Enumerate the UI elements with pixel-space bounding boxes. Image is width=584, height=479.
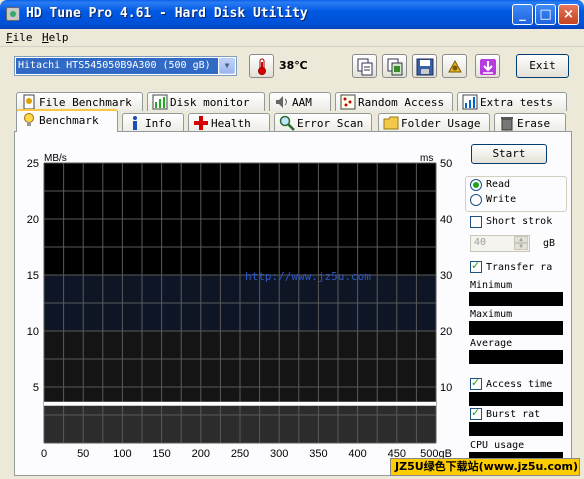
minimize-button[interactable]: _ [512,4,533,25]
minimum-label: Minimum [470,280,513,291]
y2-tick-label: 10 [440,382,452,394]
access-time-label: Access time [486,379,553,390]
y2-tick-label: 40 [440,214,452,226]
x-tick-label: 150 [152,448,170,460]
burst-rate-value-field [469,422,563,436]
x-tick-label: 200 [192,448,210,460]
short-stroke-label: Short strok [486,216,553,227]
y2-tick-label: 20 [440,326,452,338]
x-tick-label: 350 [309,448,327,460]
tab-folder-usage[interactable]: Folder Usage [378,113,490,132]
tab-extra-tests[interactable]: Extra tests [457,92,567,111]
folder-icon [383,116,399,130]
x-tick-label: 50 [77,448,89,460]
x-tick-label: 100 [113,448,131,460]
cpu-usage-label: CPU usage [470,440,525,451]
short-stroke-value: 40 [474,237,487,248]
minimum-value-field [469,292,563,306]
benchmark-icon [24,113,34,126]
trash-icon [501,117,513,131]
tab-error-scan[interactable]: Error Scan [274,113,372,132]
access-time-checkbox[interactable] [470,376,482,390]
site-watermark: JZ5U绿色下载站(www.jz5u.com) [390,458,580,476]
drive-select-value: Hitachi HTS545050B9A300 (500 gB) [16,58,218,74]
file-benchmark-icon [23,94,35,110]
magnifier-icon [279,115,295,131]
tab-random-access[interactable]: Random Access [335,92,453,111]
spin-down-icon[interactable]: ▼ [514,243,528,250]
y2-tick-label: 50 [440,158,452,170]
close-button[interactable]: × [558,4,579,25]
average-value-field [469,350,563,364]
burst-rate-checkbox[interactable] [470,406,482,420]
copy-text-button[interactable] [352,54,377,78]
y-tick-label: 10 [27,326,39,338]
y2-tick-label: 30 [440,270,452,282]
y-tick-label: 20 [27,214,39,226]
app-icon [6,7,20,21]
right-axis-unit: ms [420,153,433,164]
transfer-rate-checkbox[interactable] [470,259,482,273]
maximum-label: Maximum [470,309,513,320]
y-tick-label: 5 [33,382,39,394]
x-tick-label: 0 [41,448,47,460]
burst-rate-label: Burst rat [486,409,541,420]
write-label: Write [486,194,517,205]
maximum-value-field [469,321,563,335]
x-tick-label: 300 [270,448,288,460]
title-bar: HD Tune Pro 4.61 - Hard Disk Utility _ □… [0,0,584,29]
extra-tests-icon [462,94,478,110]
tab-benchmark[interactable]: Benchmark [16,109,118,132]
health-cross-icon [194,116,208,130]
copy-text-icon [357,58,373,76]
spin-up-icon[interactable]: ▲ [514,236,528,243]
write-radio[interactable] [470,194,482,206]
tab-aam[interactable]: AAM [269,92,331,111]
tab-disk-monitor[interactable]: Disk monitor [147,92,265,111]
window-title: HD Tune Pro 4.61 - Hard Disk Utility [26,6,308,21]
read-radio[interactable] [470,179,482,191]
temperature-button[interactable] [249,54,274,78]
short-stroke-checkbox[interactable] [470,216,482,228]
tab-health[interactable]: Health [188,113,270,132]
options-button[interactable] [442,54,467,78]
chart-watermark: http://www.jz5u.com [245,270,371,283]
copy-screenshot-button[interactable] [382,54,407,78]
y-tick-label: 15 [27,270,39,282]
chevron-down-icon[interactable]: ▼ [219,58,235,74]
speaker-icon [276,96,287,108]
start-button[interactable]: Start [471,144,547,164]
access-time-value-field [469,392,563,406]
x-tick-label: 400 [348,448,366,460]
menu-file[interactable]: File [6,31,33,44]
random-access-icon [340,94,356,110]
copy-screenshot-icon [387,58,403,76]
temperature-value: 38℃ [279,59,308,72]
exit-button[interactable]: Exit [516,54,569,78]
menu-help[interactable]: Help [42,31,69,44]
transfer-rate-label: Transfer ra [486,262,553,273]
y-tick-label: 25 [27,158,39,170]
x-tick-label: 250 [231,448,249,460]
save-button[interactable] [412,54,437,78]
maximize-button[interactable]: □ [535,4,556,25]
disk-monitor-icon [152,94,168,110]
short-stroke-spinner[interactable]: 40 ▲ ▼ [470,235,530,252]
options-icon [448,59,462,73]
menu-bar: File Help [0,29,584,47]
left-axis-unit: MB/s [44,153,67,164]
average-label: Average [470,338,513,349]
tab-info[interactable]: Info [122,113,184,132]
download-icon [480,59,496,75]
benchmark-chart: MB/s ms http://www.jz5u.com 5 10 15 20 25 10… [27,153,453,460]
tab-erase[interactable]: Erase [494,113,566,132]
download-button[interactable] [475,54,500,78]
drive-select[interactable]: Hitachi HTS545050B9A300 (500 gB) ▼ [14,56,237,76]
save-icon [416,58,434,76]
info-icon [133,116,137,130]
short-stroke-unit: gB [543,238,556,249]
read-label: Read [486,179,511,190]
thermometer-icon [258,58,266,75]
